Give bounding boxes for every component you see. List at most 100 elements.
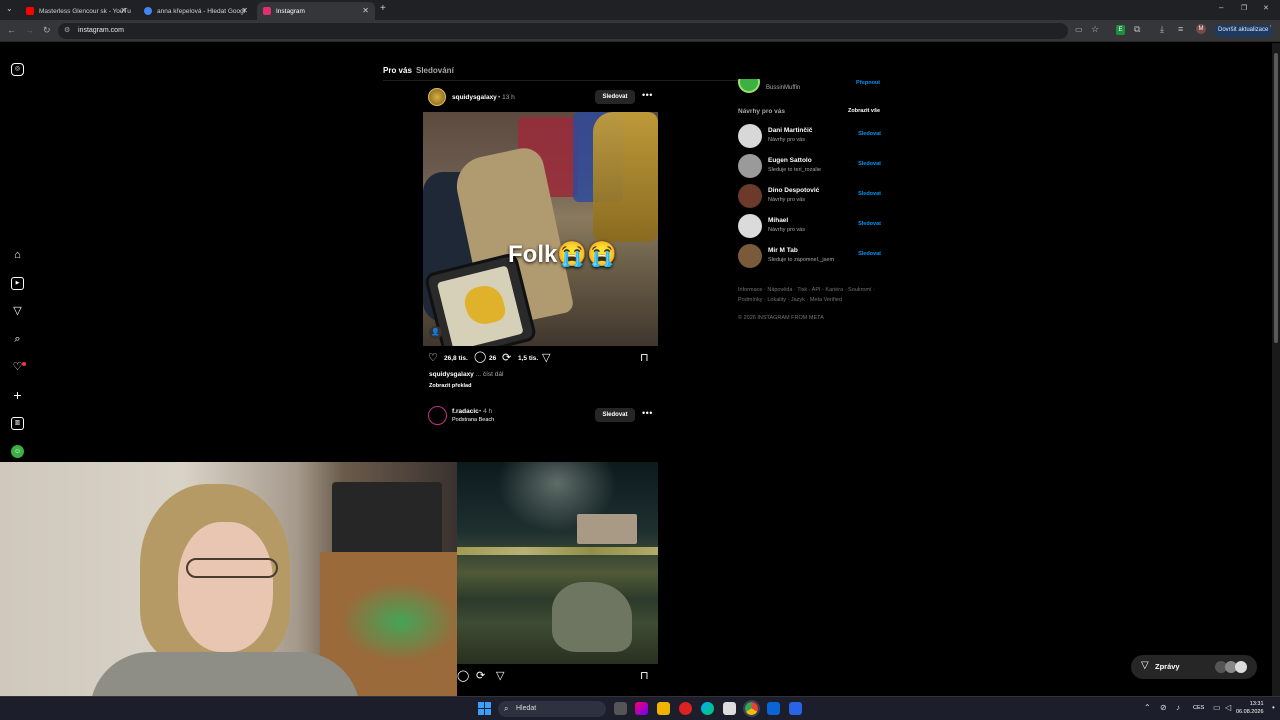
volume-icon[interactable]: ◁ (1225, 703, 1231, 712)
footer-links[interactable]: Podmínky · Lokality · Jazyk · Meta Verif… (738, 297, 842, 303)
windows-start-icon[interactable] (478, 702, 491, 715)
suggestion-avatar[interactable] (738, 124, 762, 148)
edge-icon[interactable] (701, 702, 714, 715)
follow-link[interactable]: Sledovat (858, 191, 881, 197)
post-author-avatar[interactable] (428, 406, 447, 425)
read-more-link[interactable]: ... číst dál (476, 371, 504, 378)
notification-bell-icon[interactable]: • (1272, 703, 1275, 712)
comment-icon[interactable]: ◯ (474, 352, 486, 363)
site-info-icon[interactable]: ⚙ (64, 26, 70, 34)
follow-button[interactable]: Sledovat (595, 408, 635, 422)
suggestion-name[interactable]: Mir M Tab (768, 247, 798, 254)
suggestion-name[interactable]: Mihael (768, 217, 788, 224)
new-tab-icon[interactable]: + (380, 3, 386, 14)
save-bookmark-icon[interactable]: ⊓ (640, 671, 649, 682)
post-media[interactable]: Folk😭😭 👤 (423, 112, 658, 346)
close-tab-icon[interactable]: ✕ (362, 6, 369, 15)
minimize-icon[interactable]: – (1219, 3, 1223, 12)
back-icon[interactable]: ← (7, 25, 16, 35)
tab-for-you[interactable]: Pro vás (383, 66, 412, 75)
dashboard-icon[interactable]: ▥ (11, 417, 24, 430)
post-location[interactable]: Podstrana Beach (452, 417, 494, 423)
download-icon[interactable]: ⤓ (1160, 24, 1164, 35)
suggestion-avatar[interactable] (738, 214, 762, 238)
tab-google[interactable]: anna křepelová - Hledat Googl ✕ (138, 2, 254, 20)
microphone-icon[interactable]: ♪ (1176, 703, 1180, 712)
follow-link[interactable]: Sledovat (858, 161, 881, 167)
suggestion-avatar[interactable] (738, 154, 762, 178)
repost-count[interactable]: 1,5 tis. (518, 355, 538, 362)
search-icon[interactable]: ⌕ (11, 333, 24, 346)
comment-count[interactable]: 26 (489, 355, 496, 362)
tab-youtube[interactable]: Masterless Glencour sk - YouTu ✕ (20, 2, 133, 20)
profile-avatar[interactable]: M (1196, 24, 1206, 34)
store-icon[interactable] (723, 702, 736, 715)
post-author-name[interactable]: f.radacic (452, 408, 479, 415)
network-icon[interactable]: ▭ (1213, 703, 1221, 712)
extensions-puzzle-icon[interactable]: ⧉ (1134, 24, 1140, 35)
like-count[interactable]: 26,8 tis. (444, 355, 468, 362)
follow-link[interactable]: Sledovat (858, 131, 881, 137)
more-options-icon[interactable]: ••• (642, 408, 653, 418)
reels-icon[interactable]: ▶ (11, 277, 24, 290)
address-field[interactable]: ⚙ instagram.com (58, 23, 1068, 39)
page-scrollbar[interactable] (1272, 43, 1280, 696)
follow-link[interactable]: Sledovat (858, 221, 881, 227)
app-icon[interactable] (789, 702, 802, 715)
language-indicator[interactable]: CES (1193, 705, 1204, 711)
caption-author[interactable]: squidysgalaxy (429, 371, 474, 378)
close-tab-icon[interactable]: ✕ (120, 6, 127, 15)
update-button[interactable]: Dovršit aktualizace (1214, 25, 1273, 37)
repost-icon[interactable]: ⟳ (502, 353, 511, 364)
switch-account-link[interactable]: Přepnout (856, 80, 880, 86)
follow-link[interactable]: Sledovat (858, 251, 881, 257)
create-plus-icon[interactable]: + (11, 388, 24, 402)
reload-icon[interactable]: ↻ (43, 25, 51, 36)
extension-icon[interactable]: E (1116, 25, 1125, 35)
tab-search-icon[interactable]: ⌄ (6, 4, 13, 13)
tray-chevron-icon[interactable]: ⌃ (1144, 703, 1151, 712)
copilot-icon[interactable] (635, 702, 648, 715)
show-all-link[interactable]: Zobrazit vše (848, 108, 880, 114)
suggestion-name[interactable]: Eugen Sattolo (768, 157, 812, 164)
like-heart-icon[interactable]: ♡ (428, 353, 438, 364)
share-send-icon[interactable]: ▽ (496, 671, 504, 682)
home-icon[interactable]: ⌂ (11, 249, 24, 262)
current-user-avatar[interactable] (738, 79, 760, 93)
instagram-logo-icon[interactable]: ◎ (11, 63, 24, 76)
post-author-name[interactable]: squidysgalaxy (452, 94, 497, 101)
tab-search-list-icon[interactable]: ≡ (1178, 24, 1183, 34)
task-view-icon[interactable] (614, 702, 627, 715)
system-clock[interactable]: 13:31 06.08.2026 (1236, 700, 1264, 716)
show-translation-link[interactable]: Zobrazit překlad (429, 383, 471, 389)
tab-instagram[interactable]: Instagram ✕ (257, 2, 375, 20)
follow-button[interactable]: Sledovat (595, 90, 635, 104)
direct-send-icon[interactable]: ▽ (11, 305, 24, 318)
cast-icon[interactable]: ▭ (1075, 25, 1083, 34)
chrome-icon[interactable] (743, 700, 760, 717)
messages-button[interactable]: ▽ Zprávy (1131, 655, 1257, 679)
tagged-user-icon[interactable]: 👤 (429, 326, 442, 339)
taskbar-search[interactable]: ⌕ Hledat (498, 701, 606, 717)
maximize-icon[interactable]: ❐ (1241, 4, 1247, 12)
mail-icon[interactable] (767, 702, 780, 715)
app-icon[interactable] (679, 702, 692, 715)
save-bookmark-icon[interactable]: ⊓ (640, 353, 649, 364)
profile-avatar-icon[interactable]: ☺ (11, 445, 24, 458)
suggestion-avatar[interactable] (738, 244, 762, 268)
suggestion-avatar[interactable] (738, 184, 762, 208)
more-options-icon[interactable]: ••• (642, 90, 653, 100)
close-window-icon[interactable]: ✕ (1263, 4, 1269, 12)
bookmark-star-icon[interactable]: ☆ (1091, 24, 1099, 35)
footer-links[interactable]: Informace · Nápověda · Tisk · API · Kari… (738, 287, 875, 293)
file-explorer-icon[interactable] (657, 702, 670, 715)
scrollbar-thumb[interactable] (1274, 53, 1278, 343)
comment-icon[interactable]: ◯ (457, 671, 469, 682)
suggestion-name[interactable]: Dani Martinčič (768, 127, 812, 134)
post-media[interactable] (457, 462, 658, 664)
close-tab-icon[interactable]: ✕ (241, 6, 248, 15)
tray-icon[interactable]: ⊘ (1160, 703, 1167, 712)
repost-icon[interactable]: ⟳ (476, 671, 485, 682)
share-send-icon[interactable]: ▽ (542, 353, 550, 364)
suggestion-name[interactable]: Dino Despotović (768, 187, 819, 194)
